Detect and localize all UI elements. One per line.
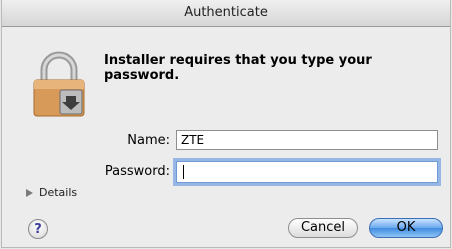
details-disclosure[interactable]: Details (26, 186, 77, 199)
password-label: Password: (104, 164, 170, 179)
details-label: Details (39, 186, 78, 199)
cancel-button[interactable]: Cancel (288, 218, 358, 238)
help-button[interactable]: ? (28, 219, 48, 239)
lock-icon (33, 51, 85, 117)
ok-button[interactable]: OK (369, 218, 443, 238)
disclosure-triangle-icon[interactable] (26, 189, 33, 197)
title-bar[interactable]: Authenticate (2, 0, 450, 27)
text-caret (183, 165, 184, 179)
password-field[interactable] (173, 158, 441, 186)
prompt-message: Installer requires that you type your pa… (104, 53, 372, 83)
window-title: Authenticate (184, 5, 268, 20)
authenticate-dialog: Authenticate Installer requires that you… (2, 0, 450, 247)
name-label: Name: (127, 133, 170, 148)
name-field[interactable]: ZTE (176, 130, 438, 150)
